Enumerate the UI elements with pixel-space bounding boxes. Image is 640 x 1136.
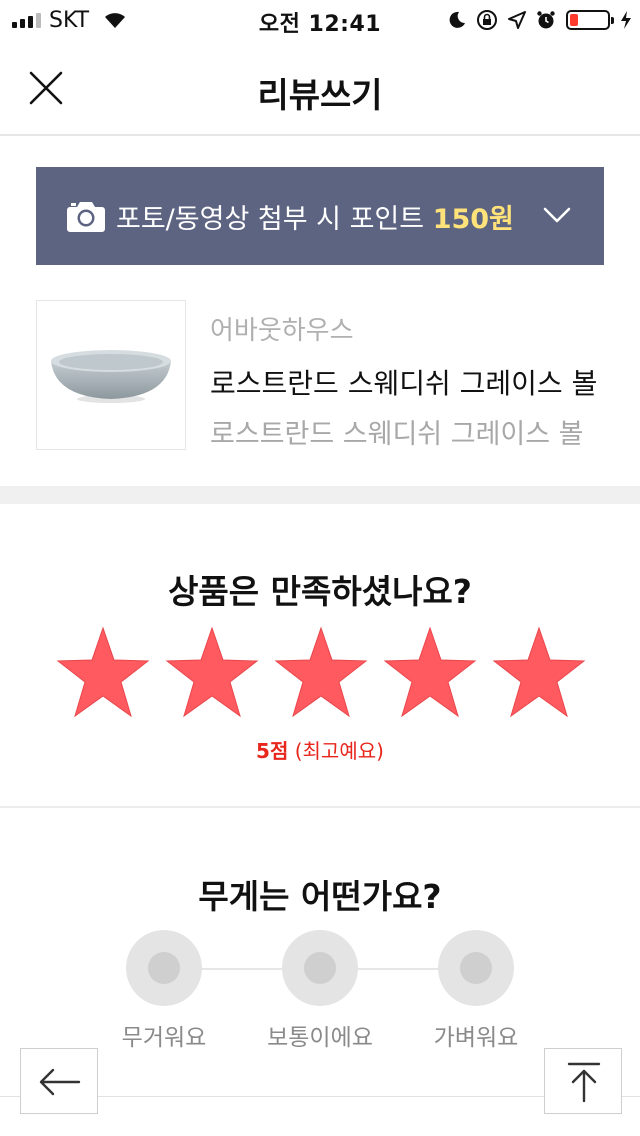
bowl-image bbox=[51, 350, 171, 403]
banner-label: 포토/동영상 첨부 시 포인트 bbox=[116, 204, 425, 235]
rating-question: 상품은 만족하셨나요? bbox=[168, 572, 472, 611]
status-right bbox=[448, 8, 632, 32]
location-icon bbox=[508, 11, 526, 29]
product-card: 어바웃하우스 로스트란드 스웨디쉬 그레이스 볼 로스트란드 스웨디쉬 그레이스… bbox=[36, 300, 604, 450]
banner-text: 포토/동영상 첨부 시 포인트 150원 bbox=[116, 197, 514, 236]
nav-bar: 리뷰쓰기 bbox=[0, 40, 640, 136]
back-button[interactable] bbox=[20, 1048, 98, 1114]
charging-icon bbox=[621, 11, 631, 29]
section-divider bbox=[0, 486, 640, 504]
weight-option-normal[interactable]: 보통이에요 bbox=[240, 928, 400, 1058]
rating-label: (최고예요) bbox=[294, 739, 384, 763]
rating-score: 5점 bbox=[256, 739, 289, 763]
star-1-icon[interactable] bbox=[56, 626, 150, 718]
star-2-icon[interactable] bbox=[165, 626, 259, 718]
weight-option-light[interactable]: 가벼워요 bbox=[396, 928, 556, 1058]
arrow-left-icon bbox=[39, 1068, 81, 1096]
product-brand: 어바웃하우스 bbox=[210, 316, 354, 346]
star-5-icon[interactable] bbox=[492, 626, 586, 718]
weight-label: 보통이에요 bbox=[267, 1025, 373, 1051]
product-name: 로스트란드 스웨디쉬 그레이스 볼 bbox=[210, 367, 598, 400]
camera-icon bbox=[67, 202, 105, 232]
product-option: 로스트란드 스웨디쉬 그레이스 볼 bbox=[210, 419, 584, 450]
moon-icon bbox=[449, 11, 465, 28]
radio-button[interactable] bbox=[126, 930, 202, 1006]
status-bar: SKT 오전 12:41 bbox=[0, 0, 640, 40]
scroll-top-button[interactable] bbox=[544, 1048, 622, 1114]
weight-option-heavy[interactable]: 무거워요 bbox=[84, 928, 244, 1058]
star-rating[interactable] bbox=[56, 626, 586, 722]
battery-icon bbox=[566, 10, 614, 30]
weight-question: 무게는 어떤가요? bbox=[198, 877, 442, 916]
chevron-down-icon bbox=[543, 207, 571, 223]
product-image bbox=[36, 300, 186, 450]
rotation-lock-icon bbox=[477, 10, 497, 30]
weight-label: 가벼워요 bbox=[433, 1025, 519, 1051]
star-4-icon[interactable] bbox=[383, 626, 477, 718]
photo-points-banner[interactable]: 포토/동영상 첨부 시 포인트 150원 bbox=[36, 167, 604, 265]
scroll-top-icon bbox=[567, 1062, 601, 1103]
rating-result: 5점 (최고예요) bbox=[0, 735, 640, 764]
banner-points: 150원 bbox=[432, 204, 514, 235]
page-title: 리뷰쓰기 bbox=[257, 76, 383, 116]
section-divider-thin bbox=[0, 806, 640, 808]
weight-label: 무거워요 bbox=[121, 1025, 207, 1051]
alarm-icon bbox=[537, 11, 555, 29]
radio-button[interactable] bbox=[282, 930, 358, 1006]
star-3-icon[interactable] bbox=[274, 626, 368, 718]
radio-button[interactable] bbox=[438, 930, 514, 1006]
